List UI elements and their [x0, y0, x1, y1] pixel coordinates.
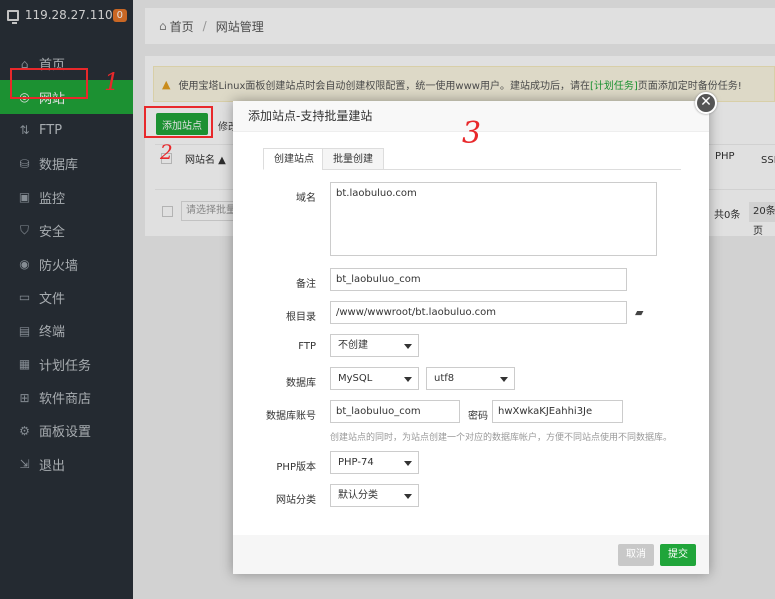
- chevron-down-icon: [404, 344, 412, 349]
- database-select[interactable]: MySQL: [330, 367, 419, 390]
- ftp-label: FTP: [298, 341, 316, 352]
- remark-label: 备注: [296, 279, 316, 290]
- php-version-select[interactable]: PHP-74: [330, 451, 419, 474]
- annotation-number-1: 1: [104, 68, 120, 96]
- dialog-footer: 取消 提交: [233, 535, 709, 574]
- dialog-tabs: 创建站点 批量创建: [263, 148, 681, 170]
- db-user-label: 数据库账号: [266, 411, 316, 422]
- db-password-label: 密码: [468, 411, 488, 422]
- root-dir-label: 根目录: [286, 312, 316, 323]
- category-select[interactable]: 默认分类: [330, 484, 419, 507]
- root-dir-input[interactable]: /www/wwwroot/bt.laobuluo.com: [330, 301, 627, 324]
- db-password-input[interactable]: hwXwkaKJEahhi3Je: [492, 400, 623, 423]
- folder-open-icon[interactable]: ▰: [635, 306, 643, 319]
- ftp-select[interactable]: 不创建: [330, 334, 419, 357]
- chevron-down-icon: [404, 494, 412, 499]
- add-site-dialog: 添加站点-支持批量建站 创建站点 批量创建 域名 bt.laobuluo.com…: [233, 101, 709, 574]
- category-label: 网站分类: [276, 495, 316, 506]
- chevron-down-icon: [404, 461, 412, 466]
- db-hint: 创建站点的同时，为站点创建一个对应的数据库帐户，方便不同站点使用不同数据库。: [330, 433, 673, 443]
- annotation-number-2: 2: [160, 140, 173, 164]
- tab-batch-create[interactable]: 批量创建: [322, 148, 384, 170]
- annotation-box-website: [10, 68, 88, 99]
- cancel-button[interactable]: 取消: [618, 544, 654, 566]
- database-label: 数据库: [286, 378, 316, 389]
- domain-textarea[interactable]: bt.laobuluo.com: [330, 182, 657, 256]
- close-icon[interactable]: ✕: [695, 92, 717, 114]
- remark-input[interactable]: bt_laobuluo_com: [330, 268, 627, 291]
- annotation-number-3: 3: [462, 116, 482, 151]
- chevron-down-icon: [500, 377, 508, 382]
- domain-label: 域名: [296, 193, 316, 204]
- charset-select[interactable]: utf8: [426, 367, 515, 390]
- submit-button[interactable]: 提交: [660, 544, 696, 566]
- tab-create-site[interactable]: 创建站点: [263, 148, 325, 170]
- php-version-label: PHP版本: [276, 462, 316, 473]
- chevron-down-icon: [404, 377, 412, 382]
- annotation-box-add-site: [144, 106, 213, 138]
